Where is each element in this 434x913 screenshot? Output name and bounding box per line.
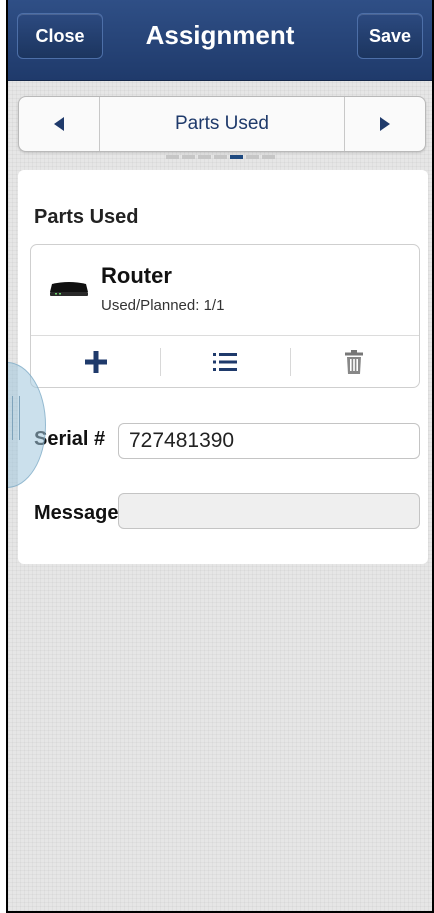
left-arrow-icon [54,117,64,131]
right-arrow-icon [380,117,390,131]
page-dot [181,155,195,159]
plus-icon [84,351,107,373]
delete-part-button[interactable] [289,336,419,388]
page-dot [261,155,275,159]
trash-icon [345,350,364,374]
section-navigator: Parts Used [18,96,426,152]
drag-handle-icon [12,396,20,440]
list-icon [212,353,237,371]
header-bar: Close Assignment Save [8,0,432,81]
page-dot [245,155,259,159]
parts-card: Parts Used Router Used/Planned: 1/1 Seri… [18,170,428,564]
page-dot-active [229,155,243,159]
next-section-button[interactable] [344,97,425,151]
section-label: Parts Used [175,113,269,134]
page-dot [213,155,227,159]
save-button[interactable]: Save [357,13,423,59]
part-used-planned: Used/Planned: 1/1 [101,297,225,314]
page-dot [197,155,211,159]
message-label: Message [34,502,119,524]
page-indicator [8,155,432,159]
part-actions [31,335,419,388]
app-frame: Close Assignment Save Parts Used Parts U… [6,0,434,913]
add-part-button[interactable] [31,336,160,388]
list-parts-button[interactable] [160,336,289,388]
part-name: Router [101,263,172,288]
message-input[interactable] [118,493,420,529]
section-title: Parts Used [34,206,139,228]
router-icon [50,282,88,296]
page-dot [165,155,179,159]
serial-input[interactable] [118,423,420,459]
part-item[interactable]: Router Used/Planned: 1/1 [30,244,420,388]
prev-section-button[interactable] [19,97,100,151]
